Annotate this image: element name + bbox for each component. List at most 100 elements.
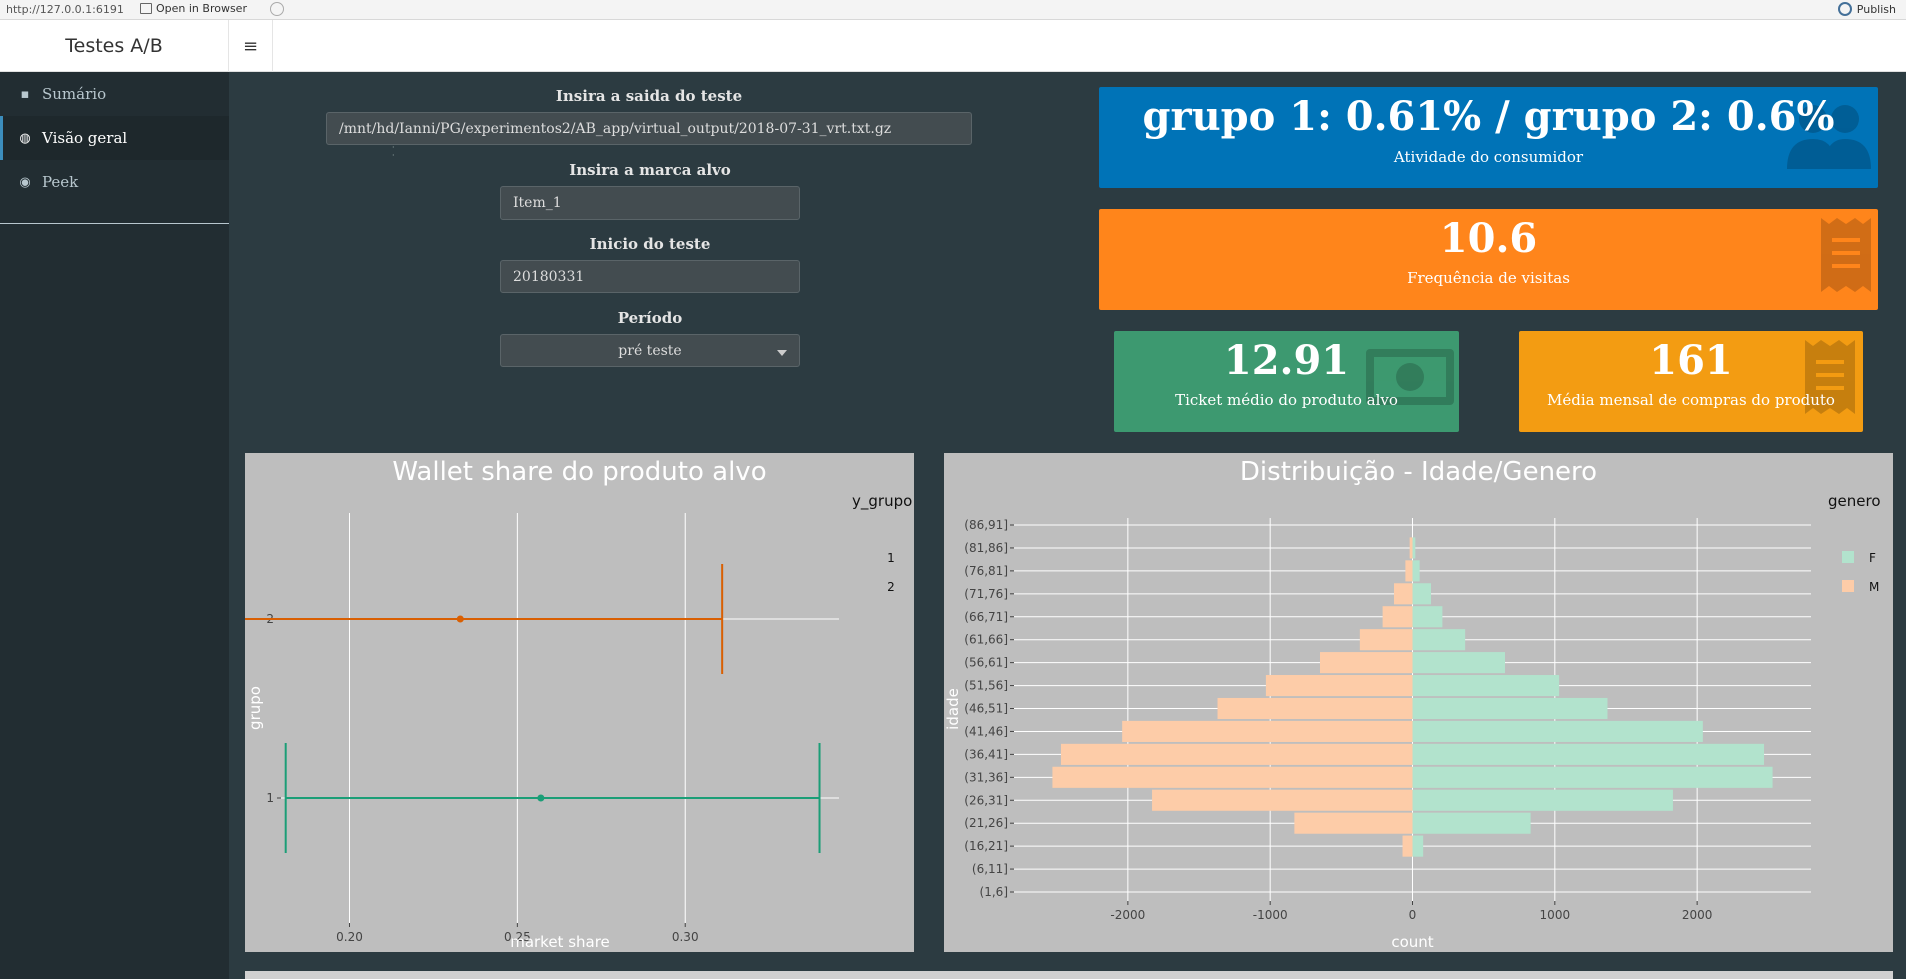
bar-f bbox=[1412, 606, 1443, 628]
period-select[interactable]: pré teste bbox=[500, 334, 800, 367]
bar-m bbox=[1402, 835, 1413, 857]
bar-f bbox=[1412, 560, 1420, 582]
x-tick-label: 0.30 bbox=[672, 930, 699, 944]
y-tick-label: (31,36] bbox=[964, 770, 1008, 784]
brand-field[interactable]: Item_1 bbox=[500, 186, 800, 220]
open-in-browser-label: Open in Browser bbox=[156, 2, 247, 15]
y-tick-label: (56,61] bbox=[964, 656, 1008, 670]
bar-f bbox=[1412, 697, 1608, 720]
bar-m bbox=[1319, 652, 1413, 674]
output-path-field[interactable]: /mnt/hd/Ianni/PG/experimentos2/AB_app/vi… bbox=[326, 112, 972, 145]
activity-value: grupo 1: 0.61% / grupo 2: 0.6% bbox=[1142, 93, 1835, 140]
app-header: Testes A/B ≡ bbox=[0, 20, 1906, 72]
bar-m bbox=[1359, 629, 1413, 651]
next-panel-edge bbox=[245, 971, 1893, 979]
refresh-icon[interactable] bbox=[270, 2, 284, 16]
ticket-value: 12.91 bbox=[1223, 337, 1350, 384]
bar-m bbox=[1122, 720, 1413, 742]
bar-f bbox=[1412, 720, 1703, 742]
legend-title: genero bbox=[1828, 492, 1881, 510]
estimate-point bbox=[537, 794, 545, 802]
x-tick-label: 2000 bbox=[1682, 908, 1713, 922]
chevron-down-icon bbox=[777, 350, 787, 356]
sticky-note-icon: ▪ bbox=[20, 86, 30, 102]
legend-label: M bbox=[1869, 580, 1879, 594]
x-axis-title: count bbox=[1391, 933, 1433, 951]
y-tick-label: (81,86] bbox=[964, 541, 1008, 555]
x-tick-label: 0 bbox=[1409, 908, 1417, 922]
bar-m bbox=[1382, 606, 1413, 628]
estimate-point bbox=[456, 615, 464, 623]
sidebar-item-peek[interactable]: ◉ Peek bbox=[0, 160, 229, 204]
legend-label: 1 bbox=[887, 551, 895, 565]
start-date-field[interactable]: 20180331 bbox=[500, 260, 800, 293]
x-tick-label: -2000 bbox=[1110, 908, 1145, 922]
x-tick-label: 1000 bbox=[1540, 908, 1571, 922]
monthly-subtitle: Média mensal de compras do produto bbox=[1547, 391, 1835, 409]
sidebar-item-visao-geral[interactable]: ◍ Visão geral bbox=[0, 116, 229, 160]
bar-m bbox=[1405, 560, 1413, 582]
y-axis-title: idade bbox=[944, 688, 962, 730]
app-title: Testes A/B bbox=[0, 20, 229, 72]
open-window-icon bbox=[140, 3, 152, 14]
y-tick-label: (71,76] bbox=[964, 587, 1008, 601]
legend-swatch-f bbox=[1842, 551, 1854, 563]
legend-title: y_grupo bbox=[852, 492, 912, 511]
y-tick-label: (66,71] bbox=[964, 610, 1008, 624]
period-selected-value: pré teste bbox=[618, 342, 682, 359]
bar-f bbox=[1412, 789, 1673, 811]
wallet-share-chart: Wallet share do produto alvo 0.20 0.25 0.3… bbox=[245, 453, 914, 952]
y-axis-title: grupo bbox=[246, 686, 264, 730]
y-tick-label: (46,51] bbox=[964, 702, 1008, 716]
sidebar-item-label: Sumário bbox=[42, 85, 107, 103]
y-tick-label: (41,46] bbox=[964, 724, 1008, 738]
monthly-value: 161 bbox=[1649, 337, 1733, 384]
output-label: Insira a saida do teste bbox=[555, 87, 743, 105]
eye-icon: ◉ bbox=[19, 174, 31, 190]
age-gender-plot: -2000 -1000 0 1000 2000 (1,6] (6,11] (16,21] (21… bbox=[944, 492, 1881, 951]
globe-icon: ◍ bbox=[19, 130, 31, 146]
frequency-value: 10.6 bbox=[1439, 215, 1538, 262]
bar-f bbox=[1412, 766, 1773, 788]
bar-m bbox=[1265, 675, 1413, 697]
bar-f bbox=[1412, 537, 1416, 559]
bar-f bbox=[1412, 583, 1432, 605]
bar-m bbox=[1052, 766, 1413, 788]
valuebox-ticket: 12.91 Ticket médio do produto alvo bbox=[1114, 331, 1459, 432]
y-tick-label: (86,91] bbox=[964, 518, 1008, 532]
ticket-subtitle: Ticket médio do produto alvo bbox=[1175, 391, 1398, 409]
bar-m bbox=[1393, 583, 1413, 605]
url-text: http://127.0.0.1:6191 bbox=[6, 3, 124, 16]
resize-handle: · · bbox=[392, 143, 395, 160]
sidebar-item-sumario[interactable]: ▪ Sumário bbox=[0, 72, 229, 116]
brand-label: Insira a marca alvo bbox=[569, 161, 731, 179]
bar-f bbox=[1412, 652, 1506, 674]
start-label: Inicio do teste bbox=[589, 235, 711, 253]
activity-subtitle: Atividade do consumidor bbox=[1393, 148, 1584, 166]
y-tick-label: (76,81] bbox=[964, 564, 1008, 578]
open-in-browser-button[interactable]: Open in Browser bbox=[140, 2, 247, 15]
valuebox-activity: grupo 1: 0.61% / grupo 2: 0.6% Atividade… bbox=[1099, 87, 1878, 188]
publish-button[interactable]: Publish bbox=[1837, 2, 1896, 16]
x-tick-label: 0.20 bbox=[336, 930, 363, 944]
y-tick-label: (6,11] bbox=[972, 862, 1008, 876]
y-tick-label: (26,31] bbox=[964, 793, 1008, 807]
valuebox-frequency: 10.6 Frequência de visitas bbox=[1099, 209, 1878, 310]
bar-f bbox=[1412, 812, 1531, 834]
y-tick-label: 1 bbox=[266, 791, 274, 805]
x-tick-label: -1000 bbox=[1253, 908, 1288, 922]
legend-label: F bbox=[1869, 551, 1876, 565]
bar-f bbox=[1412, 675, 1560, 697]
bar-m bbox=[1060, 743, 1413, 765]
y-tick-label: (16,21] bbox=[964, 839, 1008, 853]
frequency-subtitle: Frequência de visitas bbox=[1407, 269, 1570, 287]
age-gender-chart: Distribuição - Idade/Genero -2000 -1000 0 1… bbox=[944, 453, 1893, 952]
publish-label: Publish bbox=[1856, 2, 1896, 16]
sidebar-item-label: Visão geral bbox=[42, 129, 128, 147]
y-tick-label: (36,41] bbox=[964, 747, 1008, 761]
bar-m bbox=[1409, 537, 1413, 559]
publish-icon bbox=[1837, 2, 1852, 16]
bar-m bbox=[1152, 789, 1413, 811]
bar-m bbox=[1294, 812, 1413, 834]
sidebar-toggle-icon[interactable]: ≡ bbox=[229, 20, 273, 72]
